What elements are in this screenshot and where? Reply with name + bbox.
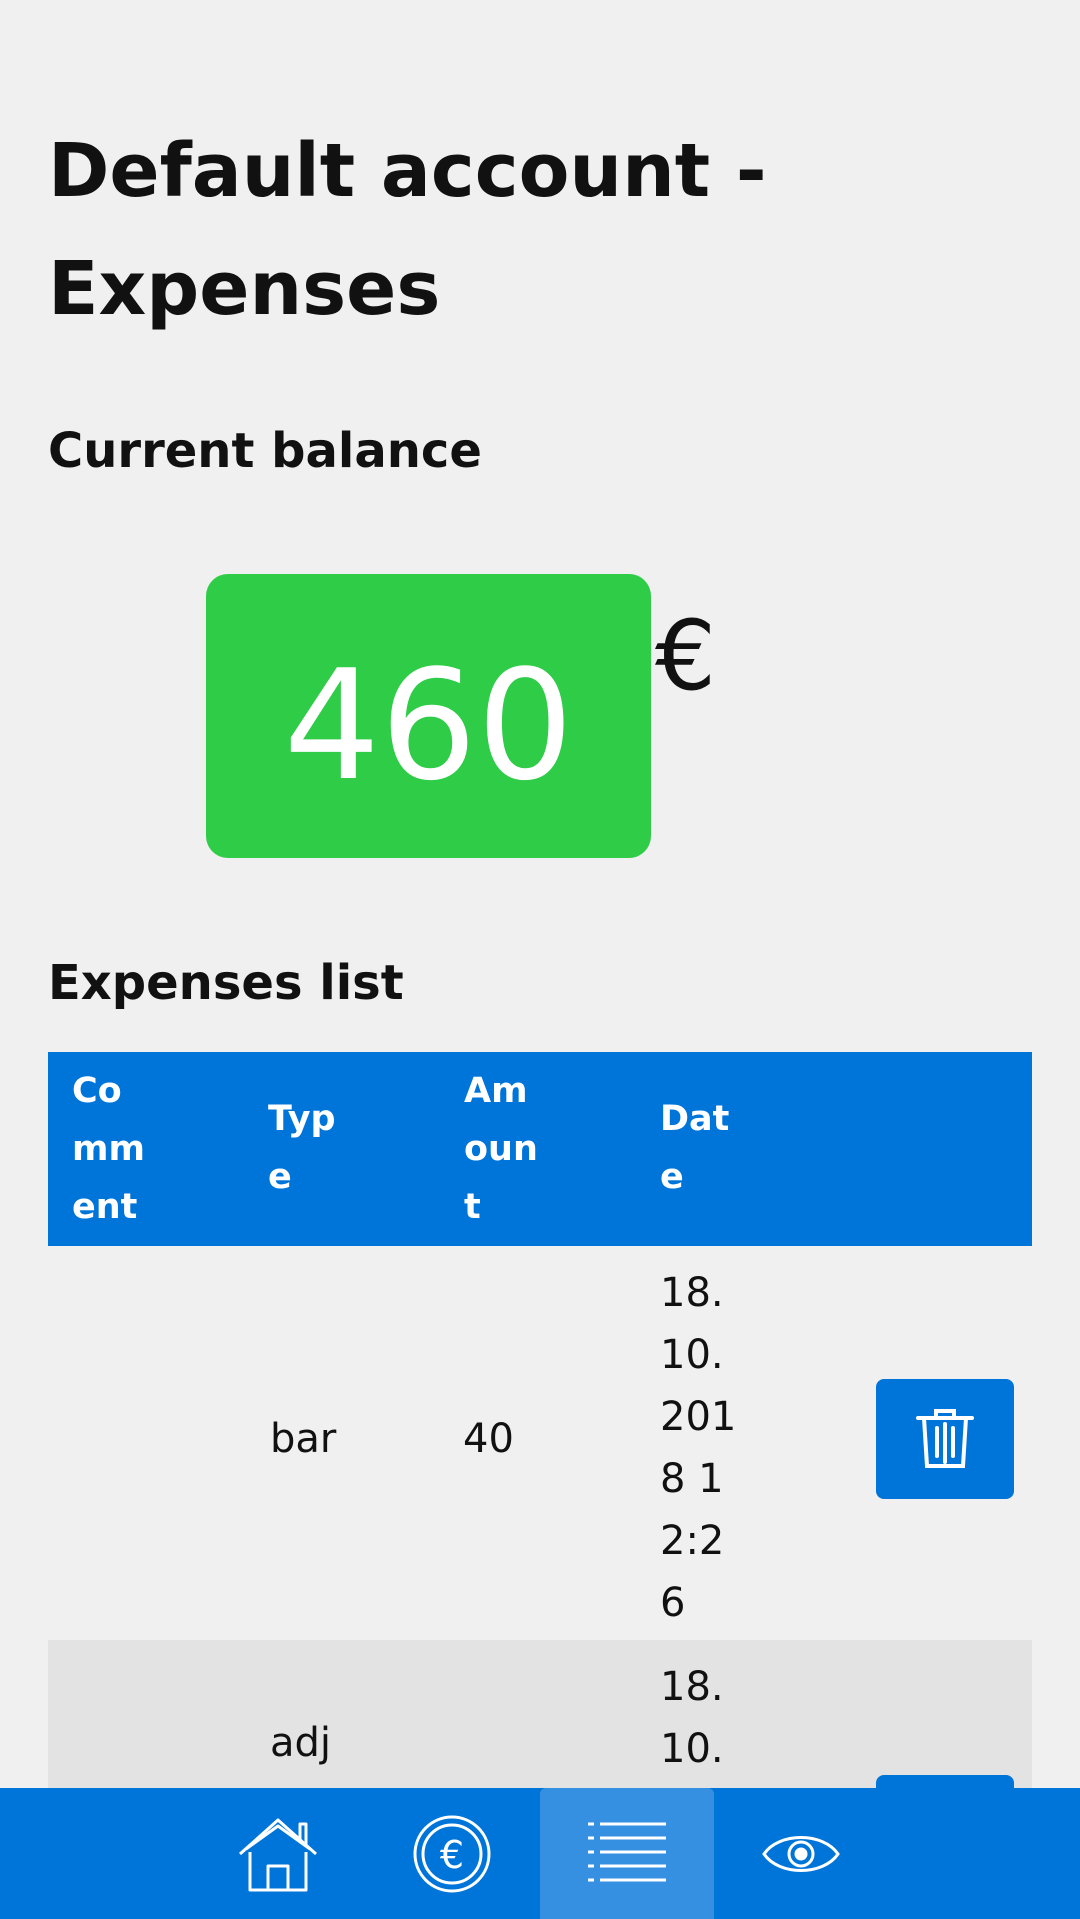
currency-symbol: € [655, 600, 717, 712]
euro-icon: € [413, 1815, 491, 1892]
table-row: adj 18.10. [48, 1640, 1032, 1895]
expenses-list-heading: Expenses list [48, 955, 404, 1011]
trash-icon [916, 1409, 974, 1468]
home-icon [238, 1818, 318, 1891]
cell-date: 18.10. [660, 1664, 724, 1772]
column-header-actions [832, 1052, 1032, 1246]
column-header-amount[interactable]: Amount [440, 1052, 636, 1246]
bottom-navbar: € [0, 1788, 1080, 1919]
cell-type: bar [270, 1416, 337, 1462]
eye-icon [762, 1835, 840, 1872]
balance-value: 460 [283, 637, 574, 814]
cell-actions [832, 1246, 1032, 1640]
nav-home[interactable] [191, 1788, 365, 1919]
column-header-type[interactable]: Type [244, 1052, 440, 1246]
nav-transactions[interactable]: € [365, 1788, 539, 1919]
cell-date: 18.10.2018 12:26 [660, 1270, 737, 1626]
cell-amount: 40 [463, 1416, 514, 1462]
cell-amount [440, 1640, 636, 1800]
page-title: Default account - Expenses [48, 128, 767, 332]
balance-heading: Current balance [48, 423, 482, 479]
expenses-table: Comment Type Amount Date bar 40 18.10.20… [48, 1052, 1032, 1895]
balance-badge: 460 [206, 574, 651, 858]
column-header-date[interactable]: Date [636, 1052, 832, 1246]
delete-button[interactable] [876, 1379, 1014, 1499]
nav-overview[interactable] [714, 1788, 888, 1919]
table-row: bar 40 18.10.2018 12:26 [48, 1246, 1032, 1640]
cell-comment [48, 1246, 244, 1640]
column-header-comment[interactable]: Comment [48, 1052, 244, 1246]
nav-expenses-list[interactable] [540, 1788, 714, 1919]
svg-text:€: € [440, 1833, 464, 1877]
cell-type: adj [270, 1720, 332, 1766]
cell-comment [48, 1640, 244, 1800]
cell-actions [832, 1640, 1032, 1895]
list-icon [588, 1822, 666, 1881]
table-header: Comment Type Amount Date [48, 1052, 1032, 1246]
